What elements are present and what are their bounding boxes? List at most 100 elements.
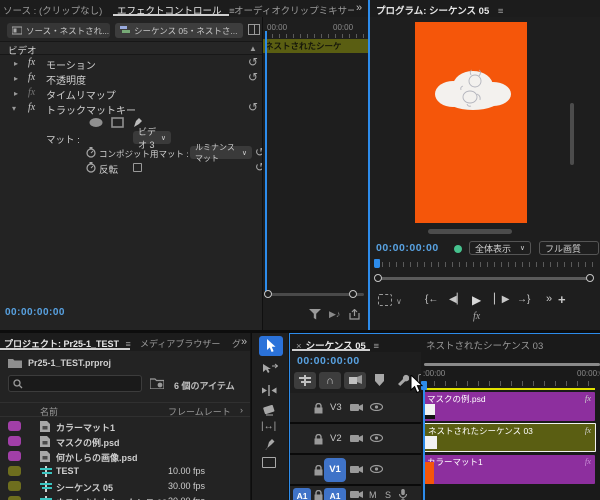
effect-row-motion[interactable]: ▸ fx モーション ↺: [0, 56, 262, 72]
program-ruler[interactable]: [382, 262, 596, 267]
zoom-level-dropdown[interactable]: 全体表示 ∨: [469, 241, 531, 255]
invert-checkbox[interactable]: [133, 163, 142, 172]
label-chip[interactable]: [8, 421, 21, 431]
sync-lock-icon[interactable]: [350, 490, 363, 499]
sequence-clip-button[interactable]: シーケンス 05・ネストさ...: [115, 23, 243, 38]
razor-tool-icon[interactable]: [263, 405, 276, 417]
composite-matte-dropdown[interactable]: ルミナンスマット ∨: [190, 143, 252, 163]
column-name[interactable]: 名前: [40, 405, 58, 418]
program-horizontal-scrollbar[interactable]: [428, 229, 512, 234]
project-row-someimage[interactable]: 何かしらの画像.psd: [0, 449, 250, 464]
playback-quality-dropdown[interactable]: フル画質: [539, 241, 599, 255]
expand-icon[interactable]: ▸: [14, 59, 18, 68]
column-sort-icon[interactable]: ›: [240, 405, 243, 415]
tab-overflow-icon[interactable]: »: [241, 336, 247, 348]
step-back-button[interactable]: ◀▏: [449, 294, 464, 305]
search-input[interactable]: [8, 375, 142, 392]
stopwatch-icon[interactable]: [86, 147, 96, 158]
selection-tool-button[interactable]: [259, 336, 283, 356]
panel-menu-icon[interactable]: ≡: [498, 6, 504, 17]
lock-icon[interactable]: [314, 490, 323, 500]
play-audio-icon[interactable]: ▶♪: [329, 309, 340, 320]
track-select-tool-icon[interactable]: [262, 363, 278, 375]
program-zoom-handle-left[interactable]: [374, 274, 382, 282]
program-vertical-scrollbar[interactable]: [570, 103, 574, 165]
tab-clipped[interactable]: グ: [232, 337, 241, 350]
clip-nested-sequence-03[interactable]: ネストされたシーケンス 03 fx: [423, 423, 596, 452]
step-forward-button[interactable]: ▏▶: [494, 294, 509, 305]
track-visibility-eye-icon[interactable]: [370, 434, 383, 442]
goto-out-button[interactable]: →}: [517, 294, 530, 305]
solo-button[interactable]: S: [385, 490, 391, 500]
stopwatch-icon[interactable]: [86, 162, 96, 173]
timeline-ruler-ticks[interactable]: [423, 381, 599, 386]
mic-voiceover-icon[interactable]: [399, 489, 407, 500]
settings-button[interactable]: [378, 294, 392, 306]
reset-effect-icon[interactable]: ↺: [248, 101, 258, 113]
export-icon[interactable]: [349, 309, 360, 320]
clip-color-matte-1[interactable]: カラーマット1 fx: [423, 455, 595, 484]
track-label-v2[interactable]: V2: [330, 433, 342, 444]
tab-program[interactable]: プログラム: シーケンス 05 ≡: [376, 3, 503, 17]
tab-nested-sequence-03[interactable]: ネストされたシーケンス 03: [426, 338, 543, 352]
snap-toggle-button[interactable]: ∩: [319, 372, 341, 389]
collapse-icon[interactable]: ▾: [12, 104, 16, 113]
track-visibility-eye-icon[interactable]: [370, 403, 383, 411]
source-patch-a1-button[interactable]: A1: [293, 488, 311, 500]
sync-lock-icon[interactable]: [350, 403, 363, 412]
mini-scrollbar-handle-right[interactable]: [349, 290, 357, 298]
expand-icon[interactable]: ▸: [14, 74, 18, 83]
video-section-header[interactable]: ビデオ ▲: [0, 41, 262, 57]
effect-row-opacity[interactable]: ▸ fx 不透明度 ↺: [0, 71, 262, 87]
lock-icon[interactable]: [314, 403, 323, 414]
project-row-nested-sequence03[interactable]: ネストされたシーケンス 03 30.00 fps: [0, 494, 250, 500]
program-zoom-scrollbar[interactable]: [378, 277, 592, 280]
effect-row-time-remap[interactable]: ▸ fx タイムリマップ: [0, 86, 262, 102]
dropped-frame-indicator[interactable]: [454, 245, 462, 253]
collapse-section-icon[interactable]: ▲: [249, 44, 257, 53]
nest-toggle-button[interactable]: [294, 372, 316, 389]
mute-button[interactable]: M: [369, 490, 377, 500]
tab-audio-clip-mixer[interactable]: オーディオクリップミキサー : シ: [234, 3, 354, 17]
timeline-timecode[interactable]: 00:00:00:00: [297, 355, 360, 367]
play-button[interactable]: ▶: [472, 293, 481, 307]
panel-menu-icon[interactable]: ≡: [373, 341, 379, 352]
goto-in-button[interactable]: {←: [425, 294, 438, 305]
reset-effect-icon[interactable]: ↺: [248, 56, 258, 68]
bin-breadcrumb-icon[interactable]: [8, 358, 22, 368]
track-target-v1-button[interactable]: V1: [324, 458, 346, 482]
new-bin-icon[interactable]: [150, 378, 164, 389]
effect-controls-timecode[interactable]: 00:00:00:00: [5, 307, 65, 318]
rectangle-tool-icon[interactable]: [262, 457, 276, 468]
track-label-v3[interactable]: V3: [330, 402, 342, 413]
project-row-colormatte1[interactable]: カラーマット1: [0, 419, 250, 434]
linked-selection-button[interactable]: [344, 372, 366, 389]
tab-media-browser[interactable]: メディアブラウザー: [140, 337, 220, 350]
ripple-edit-tool-icon[interactable]: [261, 385, 278, 396]
lock-icon[interactable]: [314, 434, 323, 445]
project-row-sequence05[interactable]: シーケンス 05 30.00 fps: [0, 479, 250, 494]
timeline-playhead-line[interactable]: [423, 388, 425, 500]
label-chip[interactable]: [8, 436, 21, 446]
mini-scrollbar-handle-left[interactable]: [264, 290, 272, 298]
track-visibility-eye-icon[interactable]: [370, 465, 383, 473]
settings-chevron-icon[interactable]: ∨: [396, 297, 402, 306]
tab-source[interactable]: ソース : (クリップなし): [3, 3, 102, 17]
effect-row-track-matte-key[interactable]: ▾ fx トラックマットキー ↺: [0, 101, 262, 117]
sync-lock-icon[interactable]: [350, 434, 363, 443]
expand-icon[interactable]: ▸: [14, 89, 18, 98]
slip-tool-icon[interactable]: |↔|: [261, 421, 276, 432]
mini-timeline-clip[interactable]: ネストされたシーケ: [263, 39, 368, 53]
split-view-icon[interactable]: [248, 24, 260, 35]
track-target-a1-button[interactable]: A1: [324, 488, 346, 500]
filter-icon[interactable]: [309, 309, 321, 320]
program-playhead[interactable]: [374, 259, 380, 268]
label-chip[interactable]: [8, 466, 21, 476]
column-framerate[interactable]: フレームレート: [168, 405, 231, 418]
global-fx-mute-button[interactable]: fx: [473, 311, 480, 322]
ellipse-mask-icon[interactable]: [88, 117, 104, 128]
tab-overflow-icon[interactable]: »: [356, 2, 362, 14]
source-clip-button[interactable]: ソース・ネストされ...: [7, 23, 110, 38]
matte-dropdown[interactable]: ビデオ 3 ∨: [133, 127, 171, 150]
label-chip[interactable]: [8, 451, 21, 461]
